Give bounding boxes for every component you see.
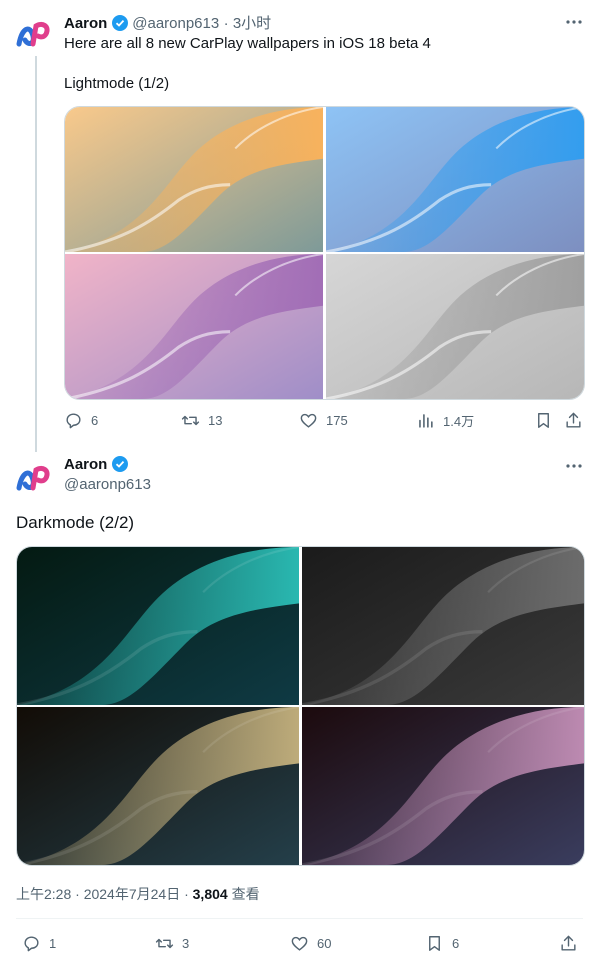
- wallpaper-image[interactable]: [17, 547, 299, 705]
- share-icon: [566, 412, 581, 428]
- views-number: 3,804: [192, 886, 228, 902]
- like-button[interactable]: 175: [299, 411, 348, 430]
- retweet-count: 3: [182, 936, 190, 951]
- author-handle[interactable]: @aaronp613: [132, 15, 219, 32]
- tweet-header: Aaron @aaronp613 · 3小时: [64, 12, 271, 32]
- wallpaper-image[interactable]: [326, 254, 584, 399]
- retweet-button[interactable]: 3: [155, 934, 189, 953]
- like-count: 60: [317, 936, 332, 951]
- more-options-icon[interactable]: [563, 455, 585, 477]
- avatar[interactable]: [16, 14, 56, 54]
- tweet-text: Here are all 8 new CarPlay wallpapers in…: [64, 35, 431, 52]
- more-options-icon[interactable]: [563, 11, 585, 33]
- reply-button[interactable]: 6: [64, 411, 98, 430]
- verified-icon: [111, 456, 128, 472]
- wallpaper-image[interactable]: [302, 707, 584, 865]
- bookmark-button[interactable]: [534, 411, 553, 430]
- bookmark-icon: [429, 936, 440, 951]
- media-grid-light[interactable]: [64, 106, 585, 400]
- wallpaper-image[interactable]: [65, 254, 323, 399]
- share-button[interactable]: [559, 934, 578, 953]
- verified-icon: [111, 15, 128, 31]
- like-button[interactable]: 60: [290, 934, 331, 953]
- wallpaper-image[interactable]: [65, 107, 323, 252]
- bookmark-count: 6: [452, 936, 460, 951]
- views-button[interactable]: 1.4万: [416, 411, 474, 430]
- thread-line: [35, 56, 37, 452]
- retweet-button[interactable]: 13: [181, 411, 222, 430]
- like-count: 175: [326, 413, 348, 428]
- timestamp-text[interactable]: 上午2:28 · 2024年7月24日 ·: [16, 886, 193, 902]
- tweet-text: Darkmode (2/2): [16, 513, 135, 532]
- views-label: 查看: [227, 886, 260, 902]
- views-count: 1.4万: [443, 414, 475, 429]
- bookmark-icon: [538, 413, 549, 428]
- retweet-count: 13: [208, 413, 223, 428]
- reply-count: 6: [91, 413, 99, 428]
- media-grid-dark[interactable]: [16, 546, 585, 866]
- tweet-time[interactable]: · 3小时: [224, 15, 272, 32]
- retweet-icon: [181, 415, 200, 426]
- avatar[interactable]: [16, 458, 56, 498]
- tweet-header: Aaron: [64, 456, 128, 474]
- tweet-subtitle: Lightmode (1/2): [64, 75, 170, 92]
- author-name[interactable]: Aaron: [64, 456, 107, 473]
- heart-icon: [291, 936, 308, 951]
- reply-icon: [24, 936, 39, 952]
- wallpaper-image[interactable]: [326, 107, 584, 252]
- reply-button[interactable]: 1: [22, 934, 56, 953]
- share-icon: [561, 935, 576, 951]
- author-handle[interactable]: @aaronp613: [64, 476, 151, 493]
- wallpaper-image[interactable]: [17, 707, 299, 865]
- divider: [16, 918, 583, 919]
- reply-count: 1: [49, 936, 57, 951]
- heart-icon: [300, 413, 317, 428]
- share-button[interactable]: [564, 411, 583, 430]
- tweet-timestamp: 上午2:28 · 2024年7月24日 · 3,804 查看: [16, 884, 260, 904]
- retweet-icon: [155, 938, 174, 949]
- wallpaper-image[interactable]: [302, 547, 584, 705]
- bookmark-button[interactable]: 6: [425, 934, 459, 953]
- reply-icon: [66, 413, 81, 429]
- author-name[interactable]: Aaron: [64, 15, 107, 32]
- analytics-icon: [419, 414, 433, 428]
